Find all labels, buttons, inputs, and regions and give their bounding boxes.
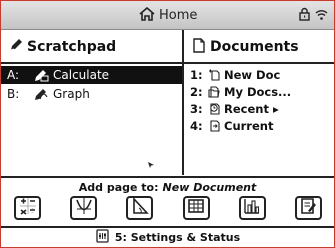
add-page-target: New Document [162,181,257,194]
scratchpad-pencil-icon [9,38,23,56]
settings-status-item[interactable]: 5: Settings & Status [1,228,334,246]
graphs-app-button[interactable] [70,196,98,220]
documents-item-key: 2: [190,84,203,99]
lock-icon [299,6,310,25]
scratchpad-heading: Scratchpad [1,30,182,58]
documents-heading-label: Documents [210,39,299,55]
scratchpad-item-label: Calculate [53,68,110,82]
documents-item-label: My Docs... [224,84,292,99]
graphs-app-icon [75,197,93,219]
scratchpad-panel: Scratchpad A: Calculate B: Graph [1,30,184,175]
pointer-cursor-icon [147,154,155,173]
scratchpad-item-key: A: [7,68,20,82]
current-doc-icon [208,119,224,132]
status-icons [299,6,328,25]
documents-item-key: 1: [190,67,203,82]
page-title: Home [159,7,198,23]
documents-item-recent[interactable]: 3: Recent ▸ [190,101,279,116]
scratchpad-item-calculate[interactable]: A: Calculate [1,66,182,84]
wifi-icon [315,6,328,25]
documents-item-label: Recent ▸ [224,101,279,116]
documents-item-current[interactable]: 4: Current [190,118,273,133]
home-screen: Home Scratchpad A: Calculate B: Graph Do… [0,0,335,248]
documents-item-label: Current [224,118,274,133]
notes-app-button[interactable] [294,196,322,220]
add-page-row: Add page to: New Document [1,181,334,194]
notes-app-icon [299,197,317,219]
data-statistics-app-icon [243,197,261,219]
calculator-scratch-icon [33,69,53,82]
documents-item-key: 4: [190,118,203,133]
recent-icon [208,102,224,115]
folder-icon [208,85,224,98]
top-panels: Scratchpad A: Calculate B: Graph Documen… [1,30,334,175]
documents-divider [184,62,334,64]
settings-icon [95,228,110,246]
geometry-app-icon [131,196,149,219]
settings-label: 5: Settings & Status [114,230,241,244]
add-page-label: Add page to: [78,181,159,194]
scratchpad-item-key: B: [7,87,20,101]
lists-spreadsheet-app-icon [187,197,205,219]
calculator-app-icon [19,197,37,219]
home-icon [139,6,155,25]
scratchpad-item-label: Graph [53,87,90,101]
scratchpad-heading-label: Scratchpad [27,39,117,55]
graph-scratch-icon [33,88,53,101]
documents-icon [192,37,206,57]
scratchpad-divider [1,62,182,64]
home-title: Home [139,5,197,25]
app-buttons [14,196,322,224]
documents-item-key: 3: [190,101,203,116]
documents-heading: Documents [184,30,334,58]
documents-item-label: New Doc [224,67,281,82]
geometry-app-button[interactable] [126,196,154,220]
calculator-app-button[interactable] [14,196,41,220]
documents-item-new-doc[interactable]: 1: New Doc [190,67,280,82]
scratchpad-item-graph[interactable]: B: Graph [1,85,182,103]
lists-spreadsheet-app-button[interactable] [182,196,210,220]
documents-panel: Documents 1: New Doc 2: My Docs... 3: Re… [184,30,334,175]
new-doc-icon [208,69,224,81]
add-page-section: Add page to: New Document [1,176,334,228]
documents-item-my-docs[interactable]: 2: My Docs... [190,84,291,99]
title-bar: Home [1,1,334,30]
data-statistics-app-button[interactable] [238,196,266,220]
